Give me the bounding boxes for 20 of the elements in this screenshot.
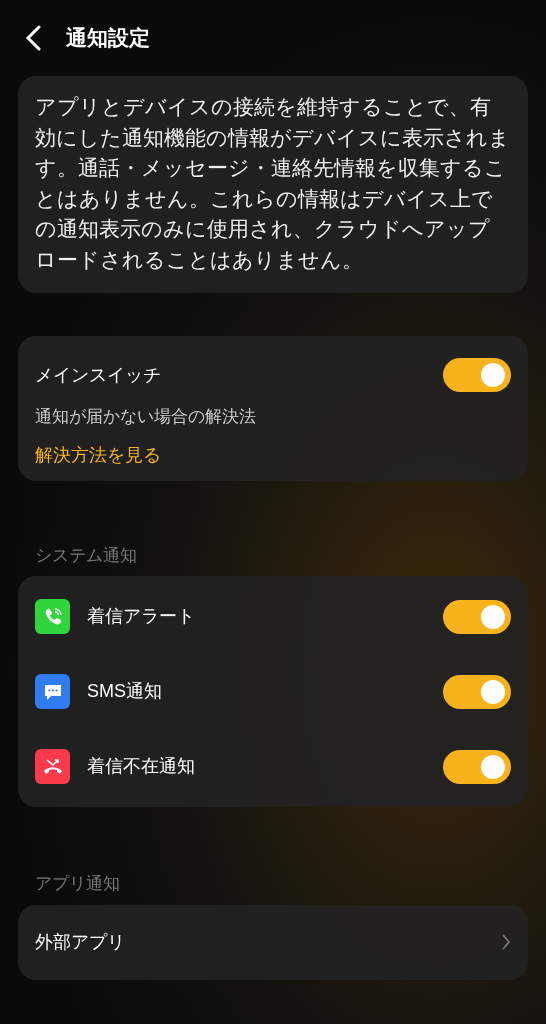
page-title: 通知設定 bbox=[66, 25, 150, 52]
setting-label: 着信アラート bbox=[87, 605, 196, 628]
phone-icon bbox=[35, 599, 70, 634]
hint-text: 通知が届かない場合の解決法 bbox=[35, 406, 257, 428]
section-heading: アプリ通知 bbox=[34, 873, 121, 895]
chevron-icon bbox=[501, 933, 511, 951]
setting-label: メインスイッチ bbox=[35, 363, 161, 387]
toggle-switch[interactable] bbox=[443, 674, 511, 709]
toggle-switch[interactable] bbox=[443, 599, 511, 634]
info-text: アプリとデバイスの接続を維持することで、有効にした通知機能の情報がデバイスに表示されます。通話・メッセージ・連絡先情報を収集することはありません。これらの情報はデバイス上での通知表示のみに使用され、クラウドへアップロードされることはありません。 bbox=[35, 94, 511, 273]
missed-call-icon bbox=[35, 749, 70, 784]
solution-link[interactable]: 解決方法を見る bbox=[35, 441, 161, 469]
chat-bubble-icon bbox=[35, 674, 70, 709]
section-heading: システム通知 bbox=[34, 544, 138, 567]
toggle-switch[interactable] bbox=[443, 358, 511, 392]
setting-label: 着信不在通知 bbox=[87, 755, 196, 778]
setting-label: SMS通知 bbox=[87, 680, 163, 703]
back-icon bbox=[24, 25, 42, 51]
app-list-item[interactable]: 外部アプリ bbox=[18, 904, 528, 980]
toggle-switch[interactable] bbox=[443, 749, 511, 784]
